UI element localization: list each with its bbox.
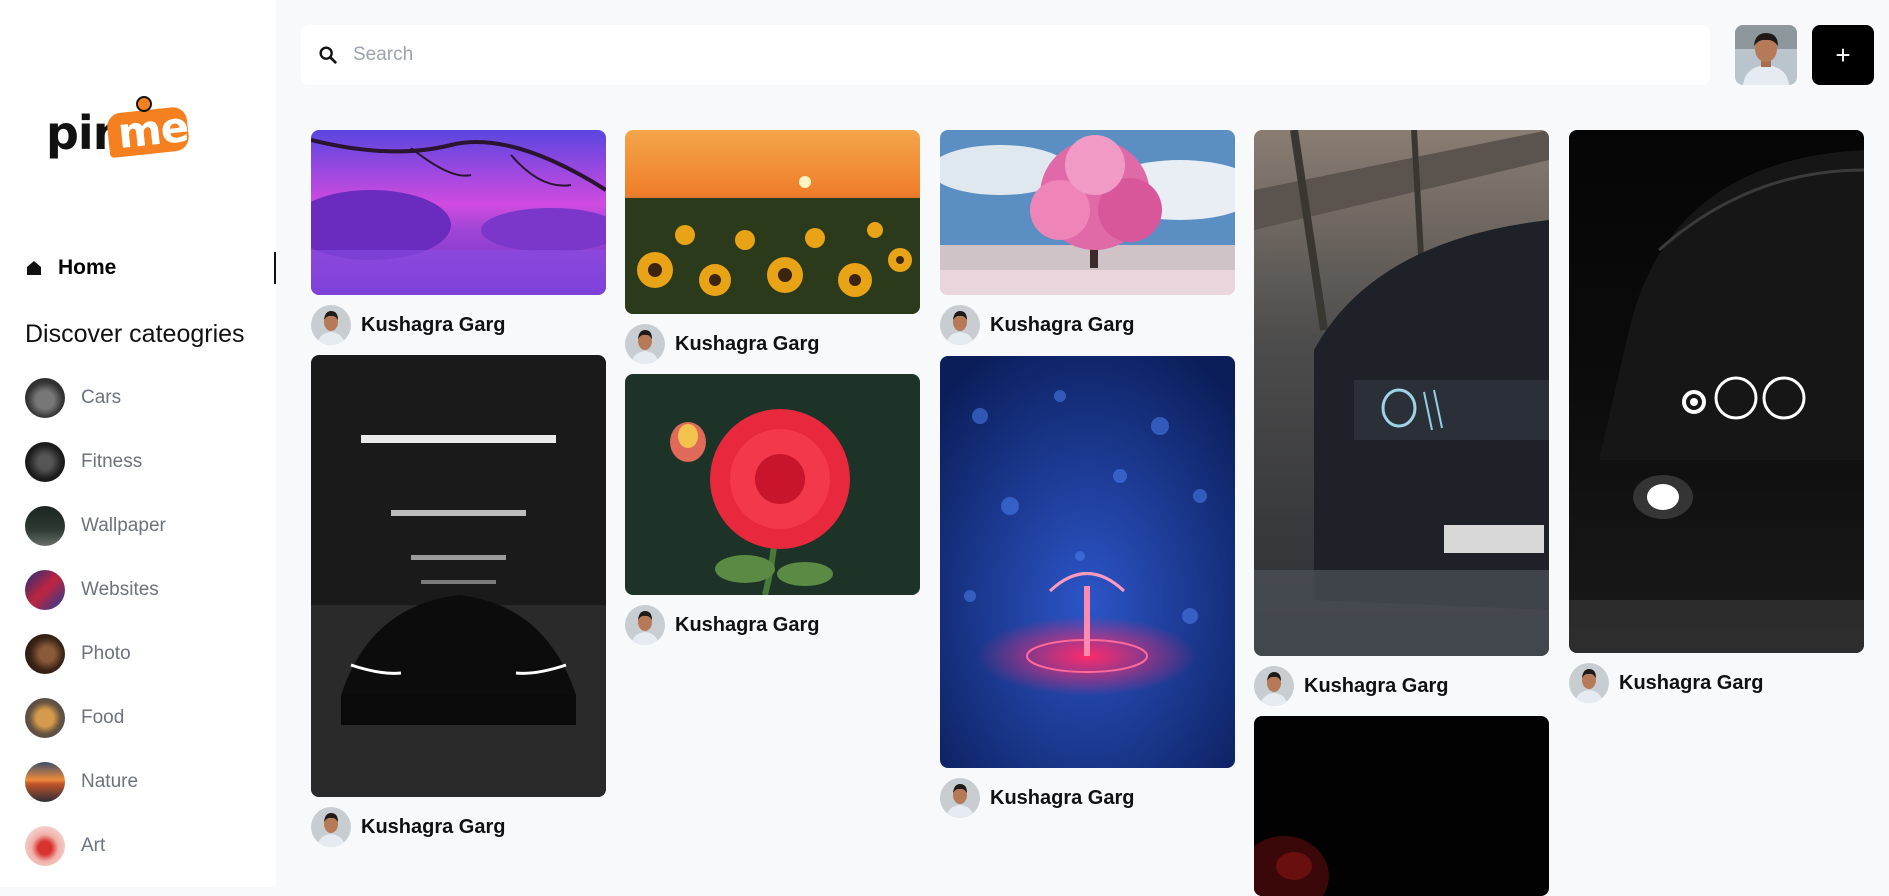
avatar: [940, 305, 980, 345]
pin-card[interactable]: Kushagra Garg: [625, 374, 920, 645]
pin-image[interactable]: [625, 374, 920, 595]
discover-title: Discover cateogries: [25, 320, 245, 348]
sidebar-item-nature[interactable]: Nature: [25, 760, 265, 804]
pin-author-name: Kushagra Garg: [675, 332, 820, 355]
pin-image[interactable]: [625, 130, 920, 314]
profile-avatar[interactable]: [1735, 25, 1797, 85]
avatar: [1254, 666, 1294, 706]
sidebar-item-label: Home: [58, 256, 117, 279]
home-icon: [27, 261, 41, 275]
pin-card[interactable]: Kushagra Garg: [311, 355, 606, 847]
pin-card[interactable]: Kushagra Garg: [1254, 130, 1549, 706]
sidebar-item-fitness[interactable]: Fitness: [25, 440, 265, 484]
pin-author[interactable]: Kushagra Garg: [1569, 663, 1864, 703]
pin-card[interactable]: [1254, 716, 1549, 896]
category-avatar: [25, 570, 65, 610]
category-avatar: [25, 762, 65, 802]
pin-author-name: Kushagra Garg: [1619, 671, 1764, 694]
sidebar-item-label: Fitness: [81, 451, 143, 472]
sidebar-item-label: Photo: [81, 643, 131, 664]
sidebar-item-websites[interactable]: Websites: [25, 568, 265, 612]
sidebar-item-food[interactable]: Food: [25, 696, 265, 740]
pin-card[interactable]: Kushagra Garg: [625, 130, 920, 364]
pin-card[interactable]: Kushagra Garg: [1569, 130, 1864, 703]
pin-card[interactable]: Kushagra Garg: [940, 356, 1235, 818]
pin-author[interactable]: Kushagra Garg: [311, 305, 606, 345]
category-avatar: [25, 442, 65, 482]
active-indicator: [274, 252, 276, 284]
sidebar-item-label: Nature: [81, 771, 139, 792]
pin-image[interactable]: [940, 130, 1235, 295]
pin-author-name: Kushagra Garg: [361, 313, 506, 336]
search-input[interactable]: [351, 43, 1655, 67]
avatar: [625, 324, 665, 364]
avatar: [311, 305, 351, 345]
sidebar-item-label: Cars: [81, 387, 122, 408]
pin-author[interactable]: Kushagra Garg: [940, 778, 1235, 818]
category-avatar: [25, 378, 65, 418]
sidebar-item-home[interactable]: Home: [26, 252, 276, 284]
pin-author-name: Kushagra Garg: [361, 815, 506, 838]
pin-author-name: Kushagra Garg: [990, 786, 1135, 809]
pin-author[interactable]: Kushagra Garg: [625, 605, 920, 645]
sidebar-item-label: Art: [81, 835, 106, 856]
sidebar-item-label: Websites: [81, 579, 159, 600]
pin-card[interactable]: Kushagra Garg: [311, 130, 606, 345]
pin-image[interactable]: [311, 130, 606, 295]
category-avatar: [25, 698, 65, 738]
sidebar-item-label: Food: [81, 707, 125, 728]
pin-image[interactable]: [940, 356, 1235, 768]
category-avatar: [25, 506, 65, 546]
avatar: [1569, 663, 1609, 703]
pin-author[interactable]: Kushagra Garg: [940, 305, 1235, 345]
category-avatar: [25, 634, 65, 674]
pin-author-name: Kushagra Garg: [990, 313, 1135, 336]
category-avatar: [25, 826, 65, 866]
pin-author-name: Kushagra Garg: [1304, 674, 1449, 697]
add-pin-button[interactable]: +: [1812, 25, 1874, 85]
sidebar-item-art[interactable]: Art: [25, 824, 265, 868]
avatar: [311, 807, 351, 847]
search-icon: [319, 46, 337, 64]
pin-author[interactable]: Kushagra Garg: [1254, 666, 1549, 706]
sidebar-item-photo[interactable]: Photo: [25, 632, 265, 676]
sidebar-item-wallpaper[interactable]: Wallpaper: [25, 504, 265, 548]
pin-image[interactable]: [1569, 130, 1864, 653]
pin-author-name: Kushagra Garg: [675, 613, 820, 636]
pin-image[interactable]: [1254, 130, 1549, 656]
sidebar-item-cars[interactable]: Cars: [25, 376, 265, 420]
logo[interactable]: pin me: [46, 96, 196, 166]
search-bar[interactable]: [301, 25, 1710, 85]
pin-image[interactable]: [311, 355, 606, 797]
sidebar: pin me Home Discover cateogries Cars Fit…: [0, 0, 276, 887]
pin-card[interactable]: Kushagra Garg: [940, 130, 1235, 345]
sidebar-item-label: Wallpaper: [81, 515, 166, 536]
pin-image[interactable]: [1254, 716, 1549, 896]
pin-author[interactable]: Kushagra Garg: [311, 807, 606, 847]
avatar: [625, 605, 665, 645]
pin-author[interactable]: Kushagra Garg: [625, 324, 920, 364]
avatar: [940, 778, 980, 818]
